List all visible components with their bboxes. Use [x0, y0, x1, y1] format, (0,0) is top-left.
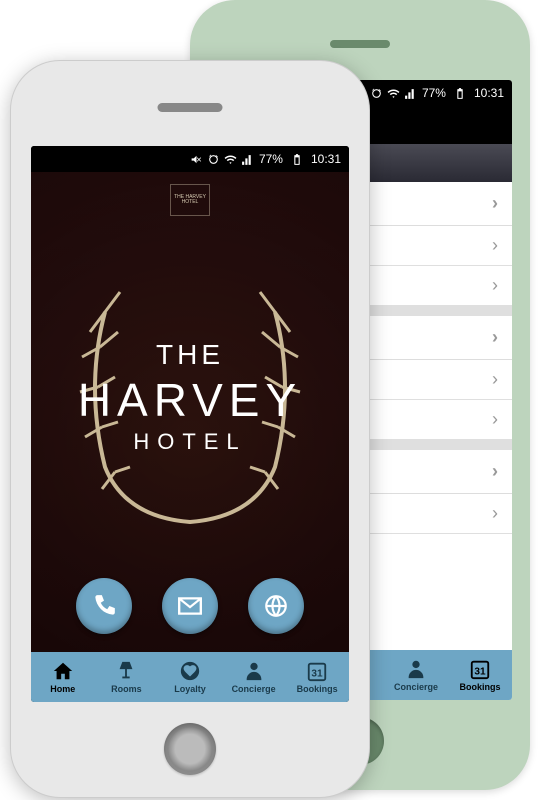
nav-label: Loyalty — [174, 684, 206, 694]
battery-pct: 77% — [422, 86, 446, 100]
lamp-icon — [115, 660, 137, 682]
mini-logo: THE HARVEY HOTEL — [170, 184, 210, 216]
wifi-icon — [387, 87, 400, 100]
chevron-right-icon: › — [492, 193, 498, 214]
battery-icon — [288, 153, 306, 166]
chevron-right-icon: › — [492, 275, 498, 296]
main-logo: THE HARVEY HOTEL — [50, 257, 330, 537]
chevron-right-icon: › — [492, 461, 498, 482]
signal-icon — [404, 87, 417, 100]
home-icon — [52, 660, 74, 682]
battery-icon — [451, 87, 469, 100]
chevron-right-icon: › — [492, 503, 498, 524]
speaker — [330, 40, 390, 48]
nav-label: Bookings — [297, 684, 338, 694]
nav-label: Concierge — [394, 682, 438, 692]
status-bar: 77% 10:31 — [31, 146, 349, 172]
chevron-right-icon: › — [492, 409, 498, 430]
signal-icon — [241, 153, 254, 166]
svg-text:31: 31 — [312, 669, 324, 680]
speaker — [158, 103, 223, 112]
nav-label: Concierge — [232, 684, 276, 694]
app-home: THE HARVEY HOTEL THE HARVEY HOTEL — [31, 172, 349, 652]
phone-icon — [91, 593, 117, 619]
heart-icon — [179, 660, 201, 682]
front-phone-frame: 77% 10:31 THE HARVEY HOTEL THE HARVEY HO… — [10, 60, 370, 798]
person-icon — [243, 660, 265, 682]
mute-icon — [190, 153, 203, 166]
logo-line3: HOTEL — [78, 429, 302, 455]
wifi-icon — [224, 153, 237, 166]
svg-text:31: 31 — [474, 667, 486, 678]
bottom-nav: Home Rooms Loyalty Concierge 31 Bookings — [31, 652, 349, 702]
nav-label: Bookings — [459, 682, 500, 692]
nav-bookings[interactable]: 31 Bookings — [285, 652, 349, 702]
chevron-right-icon: › — [492, 327, 498, 348]
chevron-right-icon: › — [492, 369, 498, 390]
clock: 10:31 — [311, 152, 341, 166]
logo-text: THE HARVEY HOTEL — [78, 339, 302, 455]
nav-label: Rooms — [111, 684, 142, 694]
globe-icon — [263, 593, 289, 619]
alarm-icon — [207, 153, 220, 166]
alarm-icon — [370, 87, 383, 100]
logo-line2: HARVEY — [78, 373, 302, 427]
mail-icon-button[interactable] — [162, 578, 218, 634]
chevron-right-icon: › — [492, 235, 498, 256]
mail-icon — [177, 593, 203, 619]
nav-concierge[interactable]: Concierge — [222, 652, 286, 702]
globe-icon-button[interactable] — [248, 578, 304, 634]
nav-label: Home — [50, 684, 75, 694]
nav-bookings[interactable]: 31 Bookings — [448, 650, 512, 700]
clock: 10:31 — [474, 86, 504, 100]
calendar-icon: 31 — [469, 658, 491, 680]
calendar-icon: 31 — [306, 660, 328, 682]
nav-concierge[interactable]: Concierge — [384, 650, 448, 700]
nav-rooms[interactable]: Rooms — [95, 652, 159, 702]
battery-pct: 77% — [259, 152, 283, 166]
nav-loyalty[interactable]: Loyalty — [158, 652, 222, 702]
person-icon — [405, 658, 427, 680]
action-row — [76, 578, 304, 634]
phone-icon-button[interactable] — [76, 578, 132, 634]
logo-line1: THE — [78, 339, 302, 371]
home-button[interactable] — [164, 723, 216, 775]
front-screen: 77% 10:31 THE HARVEY HOTEL THE HARVEY HO… — [31, 146, 349, 702]
nav-home[interactable]: Home — [31, 652, 95, 702]
